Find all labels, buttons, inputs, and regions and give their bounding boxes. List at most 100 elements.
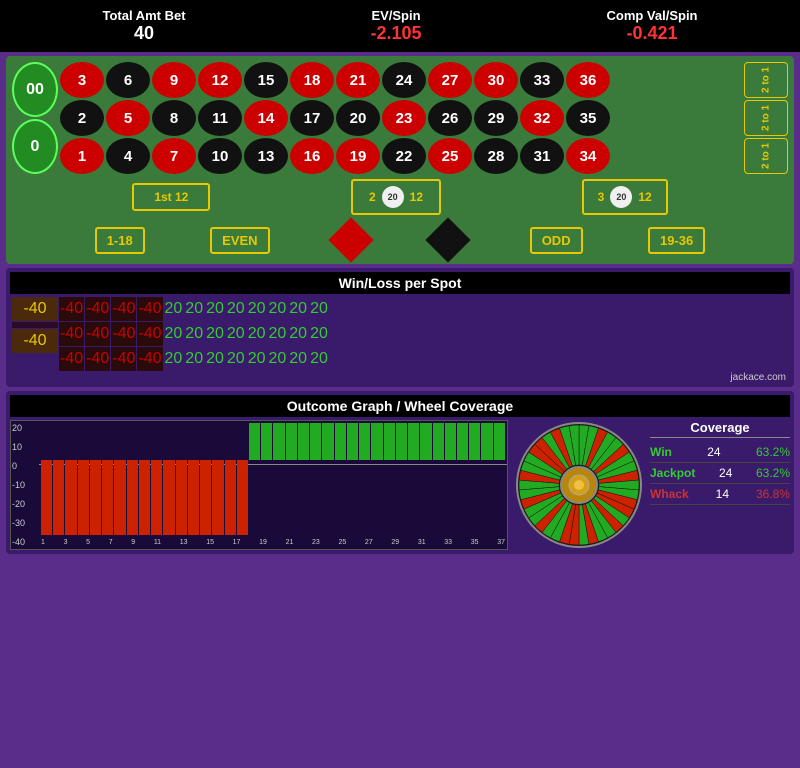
num-12[interactable]: 12 — [198, 62, 242, 98]
roulette-wheel-svg — [514, 420, 644, 550]
num-28[interactable]: 28 — [474, 138, 518, 174]
num-34[interactable]: 34 — [566, 138, 610, 174]
num-15[interactable]: 15 — [244, 62, 288, 98]
wl-r2c5: 20 — [164, 322, 184, 346]
bar-0 — [41, 423, 52, 535]
num-26[interactable]: 26 — [428, 100, 472, 136]
bar-2 — [65, 423, 76, 535]
num-20[interactable]: 20 — [336, 100, 380, 136]
num-14[interactable]: 14 — [244, 100, 288, 136]
second-dozen[interactable]: 2 20 12 — [351, 179, 441, 215]
num-32[interactable]: 32 — [520, 100, 564, 136]
num-2[interactable]: 2 — [60, 100, 104, 136]
cov-whack-label: Whack — [650, 487, 689, 501]
low-bet[interactable]: 1-18 — [95, 227, 145, 254]
wl-r1c12: 20 — [309, 297, 329, 321]
num-8[interactable]: 8 — [152, 100, 196, 136]
wl-r2c4: -40 — [137, 322, 162, 346]
cov-whack-pct: 36.8% — [756, 487, 790, 501]
bar-23 — [322, 423, 333, 535]
wl-r2c7: 20 — [205, 322, 225, 346]
cov-jackpot-label: Jackpot — [650, 466, 695, 480]
num-13[interactable]: 13 — [244, 138, 288, 174]
bar-5 — [102, 423, 113, 535]
header-bar: Total Amt Bet 40 EV/Spin -2.105 Comp Val… — [0, 0, 800, 52]
cov-whack-count: 14 — [716, 487, 729, 501]
first-dozen[interactable]: 1st 12 — [132, 183, 210, 211]
bar-32 — [433, 423, 444, 535]
wl-r3c6: 20 — [184, 347, 204, 371]
odd-bet[interactable]: ODD — [530, 227, 583, 254]
num-27[interactable]: 27 — [428, 62, 472, 98]
comp-val-col: Comp Val/Spin -0.421 — [606, 8, 697, 44]
num-6[interactable]: 6 — [106, 62, 150, 98]
num-7[interactable]: 7 — [152, 138, 196, 174]
wl-r3c10: 20 — [267, 347, 287, 371]
num-16[interactable]: 16 — [290, 138, 334, 174]
num-22[interactable]: 22 — [382, 138, 426, 174]
zero-cell[interactable]: 0 — [12, 119, 58, 174]
roulette-table: 00 0 3 6 9 12 15 18 21 24 27 30 33 36 2 — [6, 56, 794, 264]
winloss-section: Win/Loss per Spot -40 -40 -40 -40 -40 -4… — [6, 268, 794, 387]
bar-20 — [286, 423, 297, 535]
chart-y-labels: 20 10 0 -10 -20 -30 -40 — [11, 421, 39, 549]
num-23[interactable]: 23 — [382, 100, 426, 136]
num-4[interactable]: 4 — [106, 138, 150, 174]
wl-r1c3: -40 — [111, 297, 136, 321]
bar-29 — [396, 423, 407, 535]
bar-11 — [176, 423, 187, 535]
num-36[interactable]: 36 — [566, 62, 610, 98]
cov-jackpot-row: Jackpot 24 63.2% — [650, 463, 790, 484]
red-diamond[interactable] — [328, 217, 373, 262]
wl-row-label-1: -40 — [12, 297, 58, 321]
side-bet-bot[interactable]: 2 to 1 — [744, 138, 788, 174]
num-24[interactable]: 24 — [382, 62, 426, 98]
wl-r2c1: -40 — [59, 322, 84, 346]
double-zero-cell[interactable]: 00 — [12, 62, 58, 117]
chart-x-labels: 1 3 5 7 9 11 13 15 17 19 21 23 25 27 29 … — [39, 535, 507, 549]
num-9[interactable]: 9 — [152, 62, 196, 98]
num-30[interactable]: 30 — [474, 62, 518, 98]
cov-whack-row: Whack 14 36.8% — [650, 484, 790, 505]
num-35[interactable]: 35 — [566, 100, 610, 136]
comp-val-value: -0.421 — [606, 23, 697, 44]
wl-row-label-2 — [12, 322, 58, 328]
num-18[interactable]: 18 — [290, 62, 334, 98]
bar-10 — [163, 423, 174, 535]
num-33[interactable]: 33 — [520, 62, 564, 98]
wl-r3c8: 20 — [226, 347, 246, 371]
wl-r2c10: 20 — [267, 322, 287, 346]
num-3[interactable]: 3 — [60, 62, 104, 98]
num-31[interactable]: 31 — [520, 138, 564, 174]
side-bet-top[interactable]: 2 to 1 — [744, 62, 788, 98]
num-25[interactable]: 25 — [428, 138, 472, 174]
high-bet[interactable]: 19-36 — [648, 227, 705, 254]
winloss-title: Win/Loss per Spot — [10, 272, 790, 294]
num-5[interactable]: 5 — [106, 100, 150, 136]
wl-r3c1: -40 — [59, 347, 84, 371]
wl-r1c8: 20 — [226, 297, 246, 321]
wl-r1c4: -40 — [137, 297, 162, 321]
num-29[interactable]: 29 — [474, 100, 518, 136]
num-21[interactable]: 21 — [336, 62, 380, 98]
even-bet[interactable]: EVEN — [210, 227, 269, 254]
num-1[interactable]: 1 — [60, 138, 104, 174]
cov-win-count: 24 — [707, 445, 720, 459]
ev-spin-label: EV/Spin — [370, 8, 421, 23]
bar-30 — [408, 423, 419, 535]
grid-row-2: 2 5 8 11 14 17 20 23 26 29 32 35 — [60, 100, 742, 136]
comp-val-label: Comp Val/Spin — [606, 8, 697, 23]
ev-spin-col: EV/Spin -2.105 — [370, 8, 421, 44]
side-bet-mid[interactable]: 2 to 1 — [744, 100, 788, 136]
grid-row-1: 3 6 9 12 15 18 21 24 27 30 33 36 — [60, 62, 742, 98]
num-10[interactable]: 10 — [198, 138, 242, 174]
bottom-bets-row: 1-18 EVEN ODD 19-36 — [12, 222, 788, 258]
black-diamond[interactable] — [426, 217, 471, 262]
num-17[interactable]: 17 — [290, 100, 334, 136]
num-11[interactable]: 11 — [198, 100, 242, 136]
num-19[interactable]: 19 — [336, 138, 380, 174]
bar-19 — [273, 423, 284, 535]
wl-r3c11: 20 — [288, 347, 308, 371]
third-dozen[interactable]: 3 20 12 — [582, 179, 668, 215]
wl-r1c1: -40 — [59, 297, 84, 321]
